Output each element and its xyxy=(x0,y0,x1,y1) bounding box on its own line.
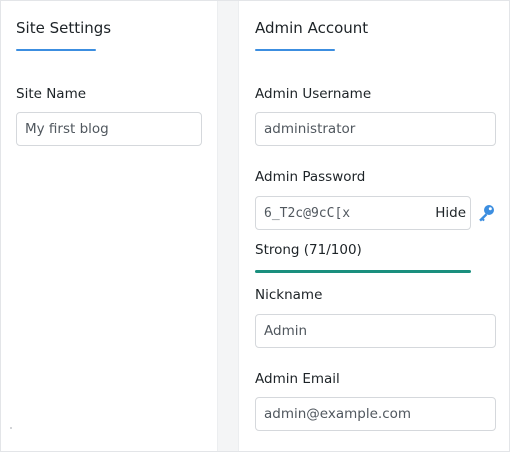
admin-account-title-underline xyxy=(255,49,335,51)
site-settings-panel: Site Settings Site Name xyxy=(1,1,217,451)
install-form: Site Settings Site Name Admin Account Ad… xyxy=(0,0,510,452)
site-settings-title-underline xyxy=(16,49,96,51)
nickname-input[interactable] xyxy=(255,314,496,348)
admin-username-input[interactable] xyxy=(255,112,496,146)
site-settings-title: Site Settings xyxy=(16,19,112,37)
password-strength-text: Strong (71/100) xyxy=(255,242,362,258)
admin-account-title: Admin Account xyxy=(255,19,369,37)
resize-handle xyxy=(10,427,12,429)
password-strength-fill xyxy=(255,270,471,273)
column-divider xyxy=(217,1,239,451)
admin-password-label: Admin Password xyxy=(255,169,366,185)
admin-email-input[interactable] xyxy=(255,397,496,431)
password-strength-meter xyxy=(255,270,471,273)
admin-password-input[interactable] xyxy=(256,197,426,229)
key-icon-graphic xyxy=(479,205,494,222)
admin-email-label: Admin Email xyxy=(255,371,340,387)
site-name-input[interactable] xyxy=(16,112,202,146)
site-name-label: Site Name xyxy=(16,86,87,102)
admin-password-field: Hide xyxy=(255,196,471,230)
nickname-label: Nickname xyxy=(255,287,323,303)
hide-password-button[interactable]: Hide xyxy=(433,197,468,229)
admin-username-label: Admin Username xyxy=(255,86,372,102)
key-icon[interactable] xyxy=(476,203,496,223)
admin-account-panel: Admin Account Admin Username Admin Passw… xyxy=(239,1,509,451)
